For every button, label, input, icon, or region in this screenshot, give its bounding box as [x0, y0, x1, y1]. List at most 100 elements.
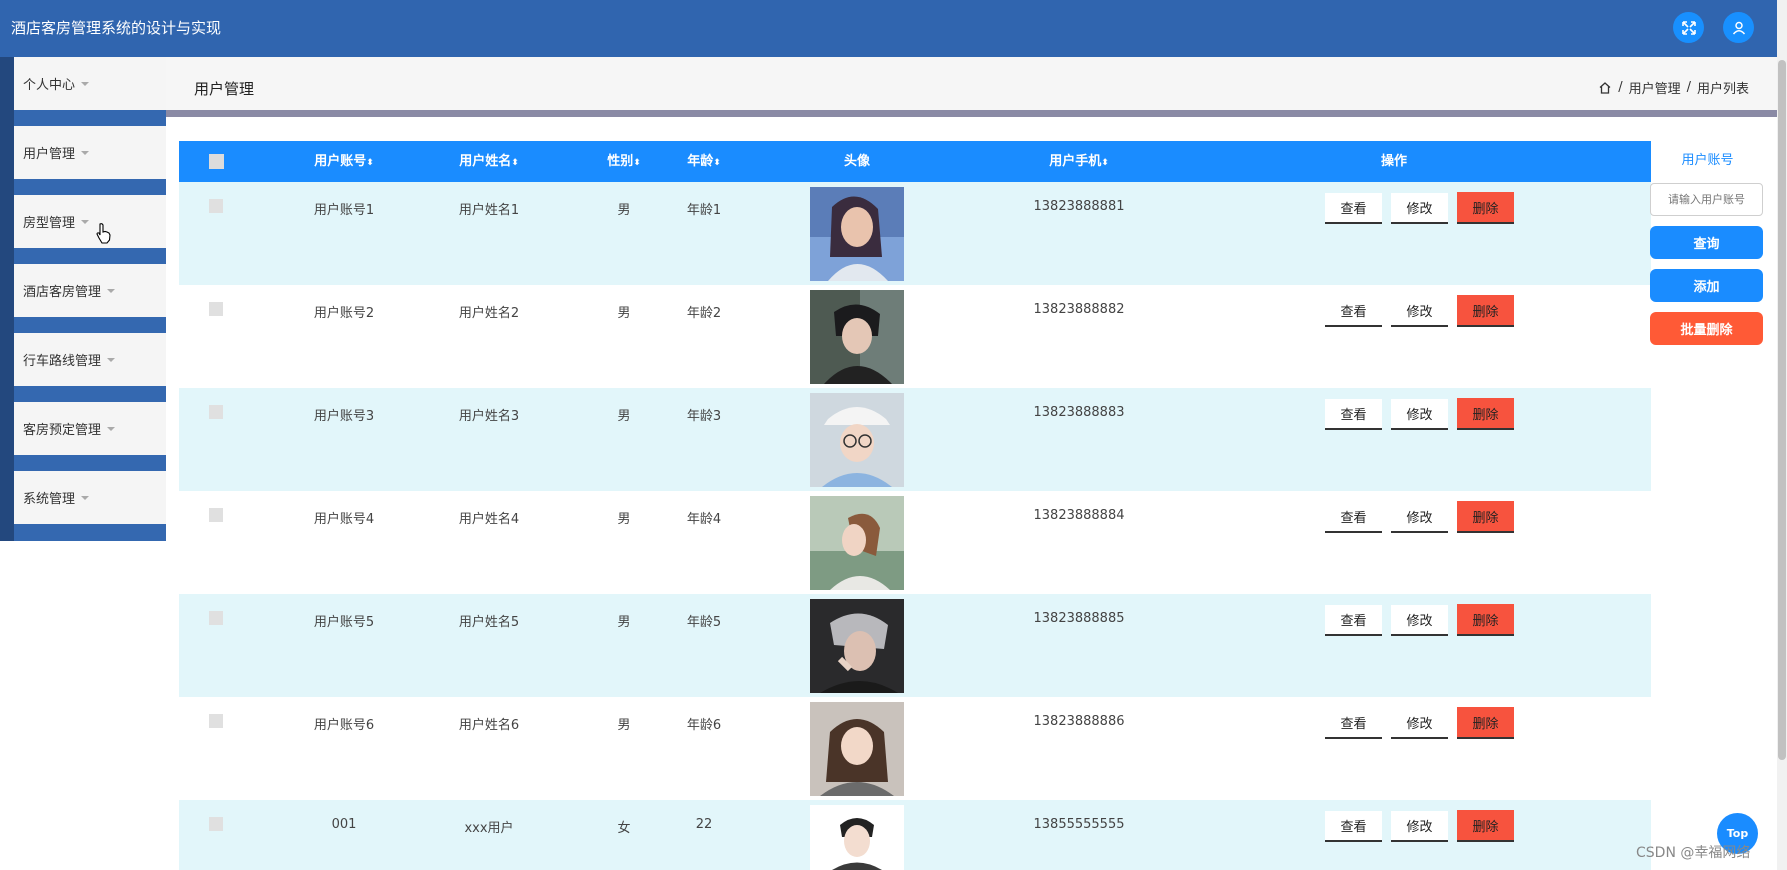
cell-age: 年龄3 [686, 409, 722, 424]
delete-button[interactable]: 删除 [1457, 398, 1514, 430]
row-checkbox[interactable] [209, 508, 223, 522]
caret-down-icon [107, 357, 116, 362]
edit-button[interactable]: 修改 [1391, 399, 1448, 430]
avatar [810, 393, 904, 487]
cell-name: 用户姓名2 [458, 306, 520, 321]
delete-button[interactable]: 删除 [1457, 295, 1514, 327]
row-checkbox[interactable] [209, 817, 223, 831]
sidebar-item-label: 用户管理 [23, 147, 76, 162]
page-title: 用户管理 [194, 80, 255, 98]
view-button[interactable]: 查看 [1325, 296, 1382, 327]
column-header-avatar: 头像 [843, 154, 870, 169]
search-input[interactable] [1650, 183, 1763, 216]
cell-account: 用户账号3 [313, 409, 375, 424]
delete-button[interactable]: 删除 [1457, 604, 1514, 636]
scroll-thumb[interactable] [1778, 60, 1786, 760]
cell-age: 年龄2 [686, 306, 722, 321]
breadcrumb-item: 用户列表 [1696, 82, 1749, 97]
sidebar-band [14, 248, 166, 264]
table-row: 用户账号4 用户姓名4 男 年龄4 13823888884 查看 修改 删除 [179, 491, 1651, 594]
column-header-phone[interactable]: 用户手机⬍ [979, 141, 1179, 182]
sidebar-item-label: 系统管理 [23, 492, 76, 507]
table-row: 001 xxx用户 女 22 13855555555 查看 修改 删除 [179, 800, 1651, 870]
sidebar-item-system[interactable]: 系统管理 [14, 471, 166, 524]
caret-down-icon [81, 81, 90, 86]
cell-phone: 13855555555 [1033, 817, 1125, 832]
sidebar-band [14, 386, 166, 402]
view-button[interactable]: 查看 [1325, 502, 1382, 533]
cell-account: 用户账号2 [313, 306, 375, 321]
row-checkbox[interactable] [209, 405, 223, 419]
view-button[interactable]: 查看 [1325, 811, 1382, 842]
cell-age: 年龄6 [686, 718, 722, 733]
column-header-actions: 操作 [1380, 154, 1407, 169]
row-checkbox[interactable] [209, 714, 223, 728]
cell-phone: 13823888883 [1033, 405, 1125, 420]
avatar [810, 496, 904, 590]
edit-button[interactable]: 修改 [1391, 502, 1448, 533]
breadcrumb: / 用户管理 / 用户列表 [1598, 78, 1749, 97]
cell-age: 22 [695, 817, 713, 832]
cell-account: 001 [331, 817, 357, 832]
page-scrollbar[interactable] [1777, 0, 1787, 870]
edit-button[interactable]: 修改 [1391, 193, 1448, 224]
edit-button[interactable]: 修改 [1391, 811, 1448, 842]
column-header-name[interactable]: 用户姓名⬍ [419, 141, 559, 182]
edit-button[interactable]: 修改 [1391, 296, 1448, 327]
sidebar-band [14, 455, 166, 471]
search-label: 用户账号 [1681, 153, 1734, 168]
edit-button[interactable]: 修改 [1391, 708, 1448, 739]
sort-icon: ⬍ [366, 158, 374, 168]
sidebar-item-bookings[interactable]: 客房预定管理 [14, 402, 166, 455]
view-button[interactable]: 查看 [1325, 605, 1382, 636]
edit-button[interactable]: 修改 [1391, 605, 1448, 636]
view-button[interactable]: 查看 [1325, 708, 1382, 739]
breadcrumb-item[interactable]: 用户管理 [1629, 78, 1681, 97]
cell-name: xxx用户 [464, 821, 514, 836]
delete-button[interactable]: 删除 [1457, 810, 1514, 842]
view-button[interactable]: 查看 [1325, 193, 1382, 224]
delete-button[interactable]: 删除 [1457, 501, 1514, 533]
row-checkbox[interactable] [209, 611, 223, 625]
delete-button[interactable]: 删除 [1457, 707, 1514, 739]
breadcrumb-sep: / [1686, 80, 1691, 95]
table-row: 用户账号5 用户姓名5 男 年龄5 13823888885 查看 修改 删除 [179, 594, 1651, 697]
cell-account: 用户账号6 [313, 718, 375, 733]
sidebar-edge [0, 57, 14, 541]
column-header-account[interactable]: 用户账号⬍ [269, 141, 419, 182]
cell-account: 用户账号4 [313, 512, 375, 527]
cell-name: 用户姓名5 [458, 615, 520, 630]
cell-account: 用户账号1 [313, 203, 375, 218]
app-title: 酒店客房管理系统的设计与实现 [11, 19, 222, 37]
batch-delete-button[interactable]: 批量删除 [1650, 312, 1763, 345]
cell-phone: 13823888882 [1033, 302, 1125, 317]
sidebar-item-profile[interactable]: 个人中心 [14, 57, 166, 110]
column-header-age[interactable]: 年龄⬍ [639, 141, 769, 182]
avatar [810, 805, 904, 870]
cell-name: 用户姓名3 [458, 409, 520, 424]
query-button[interactable]: 查询 [1650, 226, 1763, 259]
sidebar-item-hotel-rooms[interactable]: 酒店客房管理 [14, 264, 166, 317]
cell-age: 年龄5 [686, 615, 722, 630]
delete-button[interactable]: 删除 [1457, 192, 1514, 224]
top-bar: 酒店客房管理系统的设计与实现 [0, 0, 1777, 57]
sidebar-band [14, 317, 166, 333]
sidebar-item-room-types[interactable]: 房型管理 [14, 195, 166, 248]
table-row: 用户账号3 用户姓名3 男 年龄3 13823888883 查看 修改 删除 [179, 388, 1651, 491]
avatar [810, 599, 904, 693]
select-all-checkbox[interactable] [209, 154, 224, 169]
row-checkbox[interactable] [209, 199, 223, 213]
page-header: 用户管理 / 用户管理 / 用户列表 [166, 57, 1777, 110]
fullscreen-icon[interactable] [1673, 12, 1704, 43]
watermark: CSDN @幸福网络 [1636, 845, 1751, 861]
sidebar-item-label: 酒店客房管理 [23, 285, 102, 300]
sidebar-item-routes[interactable]: 行车路线管理 [14, 333, 166, 386]
sidebar-item-users[interactable]: 用户管理 [14, 126, 166, 179]
home-icon[interactable] [1598, 81, 1612, 95]
view-button[interactable]: 查看 [1325, 399, 1382, 430]
add-button[interactable]: 添加 [1650, 269, 1763, 302]
row-checkbox[interactable] [209, 302, 223, 316]
caret-down-icon [81, 150, 90, 155]
user-icon[interactable] [1723, 12, 1754, 43]
cell-name: 用户姓名4 [458, 512, 520, 527]
